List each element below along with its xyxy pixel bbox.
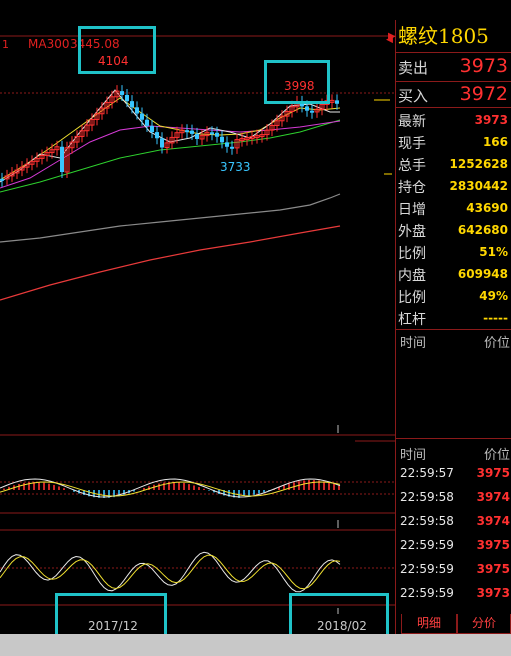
buy-value: 3972 — [459, 83, 508, 105]
sell-row: 卖出 3973 — [396, 54, 511, 80]
tab-price-distribution[interactable]: 分价 — [457, 614, 511, 634]
tick-time: 22:59:59 — [400, 562, 454, 576]
stat-label: 持仓 — [398, 180, 426, 196]
stat-label: 比例 — [398, 246, 426, 262]
stat-row: 总手 1252628 — [396, 153, 511, 175]
stat-value: 166 — [482, 135, 508, 149]
ticks-header-price: 价位 — [483, 448, 510, 463]
stat-value: ----- — [483, 311, 508, 325]
tick-time: 22:59:58 — [400, 490, 454, 504]
stat-label: 总手 — [398, 158, 426, 174]
stat-row: 外盘 642680 — [396, 219, 511, 241]
bottom-bar — [0, 634, 511, 656]
tick-time: 22:59:58 — [400, 514, 454, 528]
buy-label: 买入 — [398, 87, 429, 105]
kdj-indicator — [0, 551, 341, 593]
stat-value: 1252628 — [449, 157, 508, 171]
stat-value: 3973 — [474, 113, 508, 127]
stat-row: 现手 166 — [396, 131, 511, 153]
ma300-label: MA300 — [28, 37, 69, 51]
stat-row: 内盘 609948 — [396, 263, 511, 285]
stat-label: 外盘 — [398, 224, 426, 240]
stat-label: 比例 — [398, 290, 426, 306]
ma300-line — [0, 225, 341, 301]
stat-label: 杠杆 — [398, 312, 426, 328]
stat-value: 609948 — [457, 267, 508, 281]
tick-price: 3973 — [476, 586, 510, 600]
stat-row: 杠杆 ----- — [396, 307, 511, 329]
ticks-header-price: 价位 — [483, 336, 510, 351]
ticks-header-time: 时间 — [400, 336, 427, 351]
stat-row: 比例 51% — [396, 241, 511, 263]
tick-price: 3974 — [476, 514, 510, 528]
stat-value: 49% — [479, 289, 508, 303]
annotation-box-high — [78, 26, 156, 74]
stat-value: 2830442 — [449, 179, 508, 193]
stat-label: 日增 — [398, 202, 426, 218]
kline-chart[interactable]: ◀ 1 MA300 3445.08 4104 3998 3733 2017/12… — [0, 0, 395, 634]
stat-label: 最新 — [398, 114, 426, 130]
annotation-box-recent-high — [264, 60, 330, 104]
sell-value: 3973 — [459, 55, 508, 77]
stat-value: 642680 — [457, 223, 508, 237]
stat-row: 比例 49% — [396, 285, 511, 307]
quote-panel: ▶ 螺纹1805 卖出 3973 买入 3972 最新 3973 现手 166 总手 12… — [388, 20, 511, 634]
left-marker: 1 — [2, 38, 9, 51]
marker-arrow-icon: ▶ — [388, 31, 396, 42]
panel-tabs: 明细 分价 — [395, 614, 511, 634]
contract-title: 螺纹1805 — [398, 24, 489, 48]
tick-price: 3975 — [476, 562, 510, 576]
ma-magenta-line — [0, 120, 341, 189]
ticks-header-time: 时间 — [400, 448, 427, 463]
tick-time: 22:59:59 — [400, 586, 454, 600]
low-label: 3733 — [220, 160, 251, 174]
tick-price: 3975 — [476, 538, 510, 552]
tick-price: 3975 — [476, 466, 510, 480]
stat-value: 51% — [479, 245, 508, 259]
buy-row: 买入 3972 — [396, 82, 511, 108]
tick-price: 3974 — [476, 490, 510, 504]
stat-label: 现手 — [398, 136, 426, 152]
stat-row: 日增 43690 — [396, 197, 511, 219]
sell-label: 卖出 — [398, 59, 429, 77]
tick-time: 22:59:57 — [400, 466, 454, 480]
stat-label: 内盘 — [398, 268, 426, 284]
tab-detail[interactable]: 明细 — [401, 614, 457, 634]
stat-row: 持仓 2830442 — [396, 175, 511, 197]
tick-time: 22:59:59 — [400, 538, 454, 552]
stat-value: 43690 — [466, 201, 508, 215]
stat-row: 最新 3973 — [396, 109, 511, 131]
